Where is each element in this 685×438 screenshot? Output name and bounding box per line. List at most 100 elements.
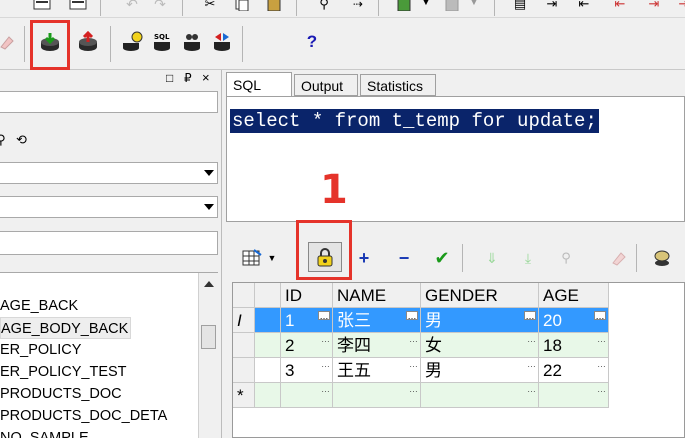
panel-icon-row: ⚲ ⟲ [0, 132, 60, 152]
cell-id[interactable]: 2… [281, 333, 333, 358]
column-header-id[interactable]: ID [281, 283, 333, 308]
chevron-down-icon [204, 204, 214, 210]
list-item[interactable]: AGE_BODY_BACK [0, 317, 132, 339]
db-bulb-icon[interactable] [120, 30, 144, 54]
tab-statistics[interactable]: Statistics [360, 74, 436, 96]
uncomment-icon[interactable]: ⇥ [642, 0, 666, 16]
highlight-box-import [30, 20, 70, 70]
toolbar-icon-1[interactable] [30, 0, 54, 16]
template-icon[interactable] [392, 0, 416, 16]
redo-icon[interactable]: ↷ [148, 0, 172, 16]
column-header-age[interactable]: AGE [539, 283, 609, 308]
cell-gender[interactable]: … [421, 383, 539, 408]
post-changes-icon[interactable]: ✔ [430, 246, 454, 270]
cell-age[interactable]: 20… [539, 308, 609, 333]
row-indicator[interactable] [233, 333, 255, 358]
scroll-thumb[interactable] [201, 325, 216, 349]
cell-gender[interactable]: 男… [421, 358, 539, 383]
result-grid: ID NAME GENDER AGE I 1… 张三… 男… 20… 2… 李四… [232, 282, 685, 438]
db-compare-icon[interactable] [210, 30, 234, 54]
goto-icon[interactable]: ⇢ [346, 0, 370, 16]
indent-icon[interactable]: ⇥ [540, 0, 564, 16]
template-dropdown-icon[interactable]: ▼ [414, 0, 438, 14]
cell-name[interactable]: 李四… [333, 333, 421, 358]
list-scrollbar[interactable] [198, 273, 218, 438]
list-item[interactable]: ER_POLICY_TEST [0, 361, 127, 383]
sql-text[interactable]: select * from t_temp for update; [230, 109, 599, 133]
list-item[interactable]: PRODUCTS_DOC_DETA [0, 405, 167, 427]
row-indicator[interactable]: I [233, 308, 255, 333]
cell-id[interactable]: 1… [281, 308, 333, 333]
toolbar-icon-2[interactable] [66, 0, 90, 16]
panel-pin-button[interactable]: ₽ [184, 71, 192, 85]
undo-icon[interactable]: ↶ [120, 0, 144, 16]
tab-output[interactable]: Output [294, 74, 358, 96]
cell-gender[interactable]: 男… [421, 308, 539, 333]
list-item[interactable]: NO_SAMPLE [0, 427, 89, 438]
find-icon[interactable]: ⚲ [312, 0, 336, 16]
grid-corner [233, 283, 255, 308]
table-row-cell[interactable] [255, 308, 281, 333]
cell-id[interactable]: … [281, 383, 333, 408]
table-row-cell[interactable] [255, 333, 281, 358]
cell-name[interactable]: … [333, 383, 421, 408]
insert-record-icon[interactable]: + [352, 246, 376, 270]
delete-record-icon[interactable]: − [392, 246, 416, 270]
export-data-icon[interactable] [76, 30, 100, 54]
row-indicator-new[interactable]: * [233, 383, 255, 408]
template-dropdown-icon-2[interactable]: ▼ [462, 0, 486, 14]
plsql-developer-window: ↶ ↷ ✂ ⚲ ⇢ ▼ ▼ ▤ ⇥ ⇤ ⇤ ⇥ ⇥ SQL ? □ ₽ × ⚲ … [0, 0, 685, 438]
cell-age[interactable]: … [539, 383, 609, 408]
sql-window-toolbar: SQL ? [0, 18, 685, 70]
template-icon-2[interactable] [440, 0, 464, 16]
refresh-icon[interactable]: ⟲ [16, 132, 27, 148]
db-search-icon[interactable] [180, 30, 204, 54]
list-item[interactable]: AGE_BACK [0, 295, 78, 317]
cell-age[interactable]: 22… [539, 358, 609, 383]
export-results-icon[interactable] [650, 246, 674, 270]
list-item[interactable]: PRODUCTS_DOC [0, 383, 122, 405]
copy-icon[interactable] [230, 0, 254, 16]
fetch-next-icon[interactable]: ⇓ [480, 246, 504, 270]
tab-sql[interactable]: SQL [226, 72, 292, 97]
object-list: AGE_BACK AGE_BODY_BACK ER_POLICY ER_POLI… [0, 272, 218, 438]
object-type-combo[interactable] [0, 196, 218, 218]
panel-maximize-button[interactable]: □ [166, 71, 173, 85]
cell-id[interactable]: 3… [281, 358, 333, 383]
row-indicator[interactable] [233, 358, 255, 383]
column-header-gender[interactable]: GENDER [421, 283, 539, 308]
sql-editor[interactable]: select * from t_temp for update; [226, 96, 685, 222]
grid-dropdown-icon[interactable]: ▼ [260, 246, 284, 270]
table-row-cell[interactable] [255, 358, 281, 383]
format-icon[interactable]: ▤ [508, 0, 532, 16]
table-row-cell[interactable] [255, 383, 281, 408]
cell-name[interactable]: 王五… [333, 358, 421, 383]
query-by-example-icon[interactable]: ⚲ [554, 246, 578, 270]
list-item[interactable]: ER_POLICY [0, 339, 81, 361]
main-toolbar: ↶ ↷ ✂ ⚲ ⇢ ▼ ▼ ▤ ⇥ ⇤ ⇤ ⇥ ⇥ [0, 0, 685, 18]
cell-gender[interactable]: 女… [421, 333, 539, 358]
panel-title-bar: □ ₽ × [0, 70, 222, 90]
panel-close-button[interactable]: × [202, 70, 210, 85]
fetch-last-icon[interactable]: ⤓ [516, 246, 540, 270]
cell-name[interactable]: 张三… [333, 308, 421, 333]
cell-age[interactable]: 18… [539, 333, 609, 358]
eraser-icon[interactable] [0, 30, 18, 54]
column-header-name[interactable]: NAME [333, 283, 421, 308]
owner-combo[interactable] [0, 162, 218, 184]
filter-icon[interactable]: ⚲ [0, 132, 6, 148]
help-icon[interactable]: ? [300, 30, 324, 54]
unindent-icon[interactable]: ⇤ [572, 0, 596, 16]
panel-search-field[interactable] [0, 231, 218, 255]
highlight-box-lock [296, 220, 352, 280]
cut-icon[interactable]: ✂ [198, 0, 222, 16]
grid-toolbar: ▼ + − ✔ ⇓ ⤓ ⚲ [226, 230, 685, 280]
paste-icon[interactable] [262, 0, 286, 16]
comment-icon[interactable]: ⇤ [608, 0, 632, 16]
panel-input-field[interactable] [0, 91, 218, 113]
db-sql-icon[interactable]: SQL [150, 30, 174, 54]
misc-icon[interactable]: ⇥ [672, 0, 685, 16]
scroll-up-arrow-icon[interactable] [204, 281, 214, 287]
clear-record-icon[interactable] [606, 246, 630, 270]
object-browser-panel: □ ₽ × ⚲ ⟲ AGE_BACK AGE_BODY_BACK ER_POLI… [0, 70, 222, 438]
